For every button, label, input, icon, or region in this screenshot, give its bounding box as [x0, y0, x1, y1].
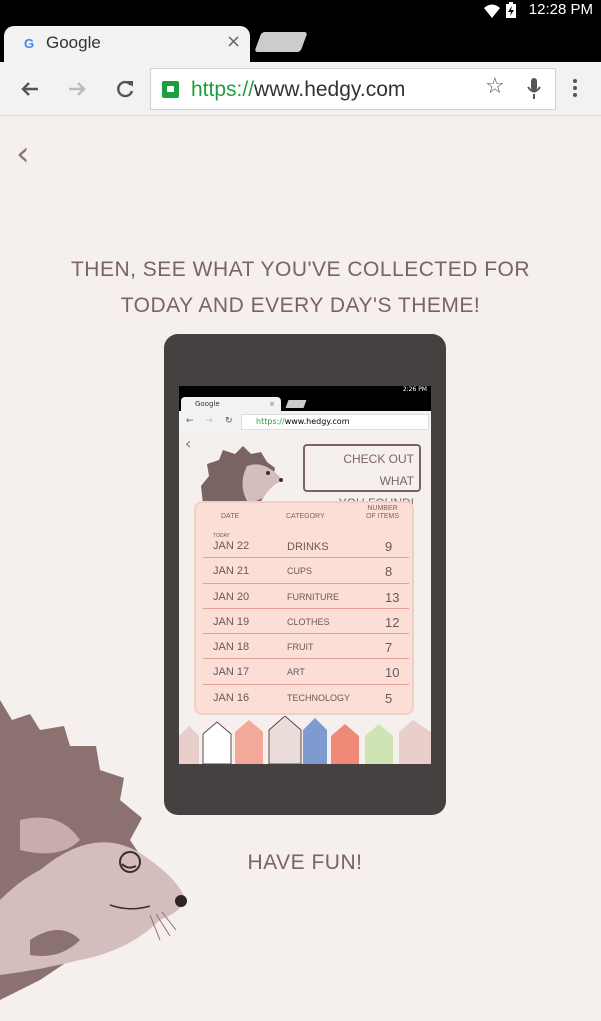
table-row: JAN 19 CLOTHES 12 — [203, 609, 409, 635]
table-row: JAN 17 ART 10 — [203, 659, 409, 685]
browser-toolbar: https://www.hedgy.com ☆ — [0, 62, 601, 116]
wifi-icon — [484, 4, 500, 18]
row-date: JAN 16 — [213, 691, 250, 704]
collection-rows: TODAY JAN 22 DRINKS 9 JAN 21 CUPS 8 JAN 20 FUR… — [203, 533, 409, 710]
inner-url-host: www.hedgy.com — [284, 417, 350, 426]
count-header-line1: NUMBER — [367, 505, 398, 512]
inner-address-bar: https://www.hedgy.com — [241, 414, 429, 430]
google-favicon-icon: G — [24, 36, 35, 51]
row-category: CUPS — [287, 566, 313, 577]
battery-icon — [506, 2, 516, 18]
browser-tab[interactable]: G Google × — [4, 26, 250, 62]
tab-title: Google — [46, 33, 101, 52]
inner-url-scheme: https:// — [256, 417, 285, 426]
row-count: 5 — [385, 690, 393, 706]
table-row: TODAY JAN 22 DRINKS 9 — [203, 533, 409, 559]
inner-new-tab — [285, 400, 307, 408]
hedgehog-small-illustration — [201, 446, 283, 504]
bubble-line1: CHECK OUT WHAT — [343, 452, 414, 488]
today-label: TODAY — [213, 533, 230, 539]
browser-tab-strip: G Google × — [0, 22, 601, 62]
column-header-date: DATE — [221, 513, 240, 520]
count-header-line2: OF ITEMS — [366, 513, 400, 520]
forward-arrow-icon[interactable] — [63, 75, 91, 103]
star-icon[interactable]: ☆ — [485, 74, 505, 99]
more-vert-icon[interactable] — [565, 76, 585, 102]
row-count: 13 — [385, 589, 400, 605]
inner-tab-title: Google — [195, 400, 220, 408]
tablet-screen: 2:26 PM Google × ← → ↻ https://www.hedgy.… — [179, 386, 431, 764]
row-category: DRINKS — [287, 541, 329, 553]
inner-browser-tab: Google × — [181, 397, 281, 411]
back-button[interactable]: ‹ — [16, 134, 30, 174]
speech-bubble: CHECK OUT WHAT YOU FOUND! — [303, 444, 421, 510]
row-date: JAN 21 — [213, 565, 250, 578]
lock-icon — [162, 81, 179, 98]
row-count: 7 — [385, 640, 393, 656]
row-count: 8 — [385, 564, 393, 580]
row-date: JAN 20 — [213, 590, 250, 603]
inner-reload-icon: ↻ — [225, 416, 233, 426]
have-fun-text: HAVE FUN! — [247, 851, 363, 874]
row-count: 12 — [385, 614, 400, 630]
inner-toolbar: ← → ↻ https://www.hedgy.com — [179, 411, 431, 433]
url-host: www.hedgy.com — [254, 78, 406, 101]
inner-status-bar: 2:26 PM — [179, 386, 431, 395]
row-date: JAN 19 — [213, 615, 250, 628]
table-row: JAN 16 TECHNOLOGY 5 — [203, 685, 409, 710]
status-time: 12:28 PM — [528, 1, 593, 18]
reload-icon[interactable] — [111, 75, 139, 103]
row-date: JAN 18 — [213, 641, 250, 654]
table-row: JAN 18 FRUIT 7 — [203, 634, 409, 660]
inner-tab-strip: Google × — [179, 395, 431, 411]
table-row: JAN 21 CUPS 8 — [203, 558, 409, 584]
row-date: JAN 22 — [213, 540, 250, 552]
row-date: JAN 17 — [213, 666, 250, 679]
inner-forward-icon: → — [205, 416, 213, 426]
row-count: 10 — [385, 665, 400, 681]
row-category: FURNITURE — [287, 591, 339, 602]
row-category: TECHNOLOGY — [287, 692, 351, 703]
tablet-mockup: 2:26 PM Google × ← → ↻ https://www.hedgy.… — [164, 334, 446, 815]
inner-back-icon: ← — [186, 416, 194, 426]
table-row: JAN 20 FURNITURE 13 — [203, 584, 409, 609]
status-bar: 12:28 PM — [0, 0, 601, 22]
row-category: FRUIT — [287, 642, 314, 653]
row-count: 9 — [385, 539, 393, 554]
mic-icon[interactable] — [527, 78, 541, 100]
houses-illustration — [179, 716, 431, 764]
url-scheme: https:// — [191, 78, 255, 101]
url-text[interactable]: https://www.hedgy.com — [191, 78, 405, 102]
tab-close-icon[interactable]: × — [226, 31, 241, 52]
row-category: ART — [287, 667, 305, 678]
row-category: CLOTHES — [287, 616, 330, 627]
page-heading: THEN, SEE WHAT YOU'VE COLLECTED FOR TODA… — [70, 258, 531, 317]
back-arrow-icon[interactable] — [16, 75, 44, 103]
address-bar[interactable]: https://www.hedgy.com ☆ — [150, 68, 556, 110]
column-header-count: NUMBER OF ITEMS — [366, 505, 399, 521]
inner-back-chevron-icon: ‹ — [185, 434, 192, 453]
inner-tab-close-icon: × — [269, 400, 275, 408]
collection-table-card: DATE CATEGORY NUMBER OF ITEMS TODAY JAN 22… — [194, 501, 414, 715]
hedgehog-large-illustration — [0, 700, 187, 1000]
column-header-category: CATEGORY — [286, 513, 325, 520]
new-tab-button[interactable] — [254, 32, 308, 52]
